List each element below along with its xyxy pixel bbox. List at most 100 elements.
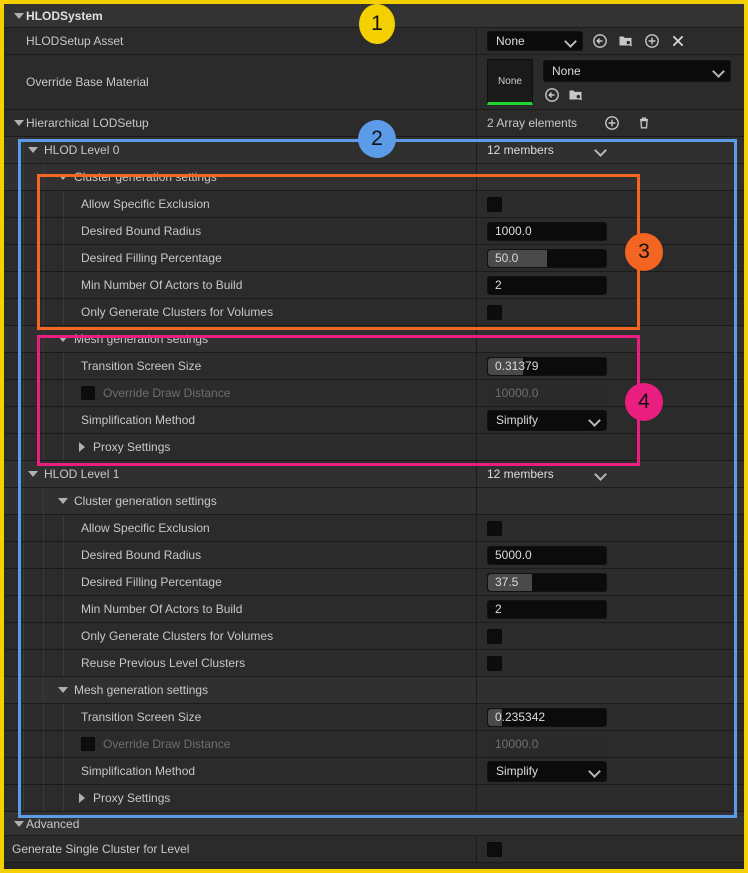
callout-badge-3: 3 — [625, 233, 663, 271]
numeric-input[interactable]: 2 — [487, 599, 607, 619]
numeric-input[interactable]: 5000.0 — [487, 545, 607, 565]
numeric-value: 10000.0 — [495, 737, 539, 751]
annotated-screenshot-frame: HLODSystem HLODSetup Asset None Override… — [0, 0, 748, 873]
setting-row: Transition Screen Size 0.235342 — [4, 704, 744, 731]
level-members-dropdown[interactable]: 12 members — [487, 464, 612, 485]
generate-single-cluster-label: Generate Single Cluster for Level — [12, 842, 190, 856]
settings-group-header[interactable]: Mesh generation settings — [4, 677, 744, 704]
numeric-value: 50.0 — [495, 251, 519, 265]
numeric-value: 5000.0 — [495, 548, 532, 562]
dropdown-control[interactable]: Simplify — [487, 760, 607, 782]
chevron-down-icon — [596, 145, 606, 155]
numeric-input[interactable]: 0.31379 — [487, 356, 607, 376]
use-selected-asset-icon[interactable] — [591, 32, 609, 50]
setting-label: Only Generate Clusters for Volumes — [81, 629, 274, 643]
expander-triangle-proxy-settings[interactable] — [75, 440, 89, 454]
setting-label: Simplification Method — [81, 413, 196, 427]
hlodsetup-asset-picker[interactable]: None — [487, 31, 583, 51]
numeric-input[interactable]: 0.235342 — [487, 707, 607, 727]
numeric-input[interactable]: 2 — [487, 275, 607, 295]
setting-label: Min Number Of Actors to Build — [81, 278, 243, 292]
setting-row: Simplification Method Simplify — [4, 758, 744, 785]
checkbox-control[interactable] — [487, 655, 502, 671]
material-thumbnail[interactable]: None — [487, 59, 533, 105]
advanced-title: Advanced — [26, 816, 80, 831]
setting-row: Transition Screen Size 0.31379 — [4, 353, 744, 380]
settings-group-header[interactable]: Mesh generation settings — [4, 326, 744, 353]
hlod-level-label: HLOD Level 1 — [44, 467, 120, 481]
settings-group-label: Mesh generation settings — [74, 332, 209, 346]
checkbox-control[interactable] — [487, 196, 502, 212]
expander-triangle-mesh-generation[interactable] — [56, 332, 70, 346]
setting-label: Override Draw Distance — [103, 386, 231, 400]
expander-triangle-proxy-settings[interactable] — [75, 791, 89, 805]
hlod-level-header[interactable]: HLOD Level 1 12 members — [4, 461, 744, 488]
callout-badge-1: 1 — [359, 4, 395, 44]
setting-row: Override Draw Distance 10000.0 — [4, 731, 744, 758]
checkbox-control[interactable] — [487, 520, 502, 536]
dropdown-value: Simplify — [496, 413, 539, 427]
chevron-down-icon — [714, 66, 724, 76]
numeric-value: 10000.0 — [495, 386, 539, 400]
numeric-value: 2 — [495, 278, 502, 292]
numeric-value: 1000.0 — [495, 224, 532, 238]
numeric-input: 10000.0 — [487, 734, 607, 754]
expander-triangle-cluster-generation[interactable] — [56, 494, 70, 508]
numeric-input[interactable]: 37.5 — [487, 572, 607, 592]
settings-group-header[interactable]: Cluster generation settings — [4, 488, 744, 515]
setting-label: Desired Bound Radius — [81, 224, 202, 238]
category-header-advanced[interactable]: Advanced — [4, 812, 744, 836]
generate-single-cluster-checkbox[interactable] — [487, 841, 502, 857]
row-override-base-material: Override Base Material None None — [4, 55, 744, 110]
clear-asset-icon[interactable] — [669, 32, 687, 50]
settings-group-header[interactable]: Cluster generation settings — [4, 164, 744, 191]
setting-label: Reuse Previous Level Clusters — [81, 656, 246, 670]
level-members-count: 12 members — [487, 143, 554, 157]
browse-content-icon[interactable] — [617, 32, 635, 50]
setting-row: Only Generate Clusters for Volumes — [4, 623, 744, 650]
chevron-down-icon — [590, 766, 600, 776]
dropdown-value: Simplify — [496, 764, 539, 778]
delete-all-icon[interactable] — [635, 114, 653, 132]
setting-label: Transition Screen Size — [81, 710, 202, 724]
settings-group-label: Cluster generation settings — [74, 170, 217, 184]
numeric-value: 0.31379 — [495, 359, 539, 373]
numeric-input[interactable]: 50.0 — [487, 248, 607, 268]
expander-triangle-cluster-generation[interactable] — [56, 170, 70, 184]
expander-triangle-hlodsystem[interactable] — [12, 9, 26, 23]
setting-row: Min Number Of Actors to Build 2 — [4, 272, 744, 299]
expander-triangle-hierarchical-lodsetup[interactable] — [12, 116, 26, 130]
setting-label: Transition Screen Size — [81, 359, 202, 373]
add-element-icon[interactable] — [603, 114, 621, 132]
settings-group-label: Mesh generation settings — [74, 683, 209, 697]
setting-row: Min Number Of Actors to Build 2 — [4, 596, 744, 623]
override-draw-distance-checkbox[interactable] — [81, 737, 95, 751]
level-members-count: 12 members — [487, 467, 554, 481]
expander-triangle-hlod-level[interactable] — [26, 143, 40, 157]
chevron-down-icon — [566, 36, 576, 46]
override-draw-distance-checkbox[interactable] — [81, 386, 95, 400]
callout-badge-4: 4 — [625, 383, 663, 421]
checkbox-control[interactable] — [487, 628, 502, 644]
override-base-material-label: Override Base Material — [26, 75, 149, 89]
numeric-value: 37.5 — [495, 575, 519, 589]
hlod-level-label: HLOD Level 0 — [44, 143, 120, 157]
new-asset-icon[interactable] — [643, 32, 661, 50]
use-selected-asset-icon[interactable] — [543, 86, 561, 104]
expander-triangle-mesh-generation[interactable] — [56, 683, 70, 697]
setting-row: Only Generate Clusters for Volumes — [4, 299, 744, 326]
setting-label: Only Generate Clusters for Volumes — [81, 305, 274, 319]
level-members-dropdown[interactable]: 12 members — [487, 140, 612, 161]
numeric-input[interactable]: 1000.0 — [487, 221, 607, 241]
override-base-material-picker[interactable]: None — [543, 60, 731, 82]
callout-badge-2: 2 — [358, 120, 396, 158]
browse-content-icon[interactable] — [567, 86, 585, 104]
checkbox-control[interactable] — [487, 304, 502, 320]
dropdown-control[interactable]: Simplify — [487, 409, 607, 431]
setting-row: Proxy Settings — [4, 785, 744, 812]
settings-group-label: Cluster generation settings — [74, 494, 217, 508]
expander-triangle-hlod-level[interactable] — [26, 467, 40, 481]
expander-triangle-advanced[interactable] — [12, 817, 26, 831]
row-generate-single-cluster-for-level: Generate Single Cluster for Level — [4, 836, 744, 863]
material-thumbnail-text: None — [498, 75, 522, 87]
